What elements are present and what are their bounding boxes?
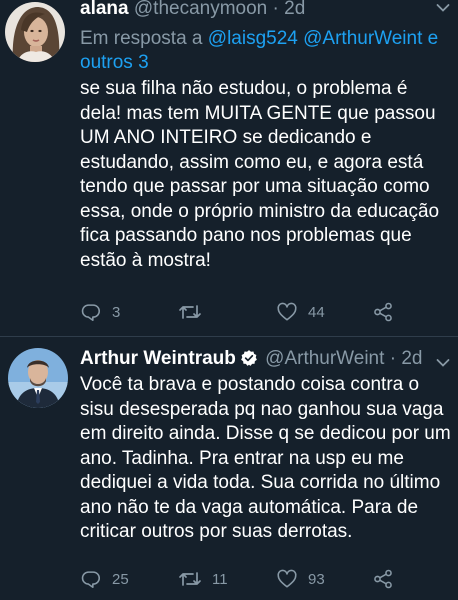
retweet-icon — [178, 568, 202, 590]
reply-button[interactable]: 25 — [80, 567, 129, 591]
tweet-header: alana @thecanymoon · 2d — [80, 0, 305, 20]
reply-count: 25 — [112, 570, 129, 588]
separator-dot: · — [272, 0, 279, 19]
retweet-count: 11 — [212, 570, 228, 588]
heart-icon — [276, 568, 298, 590]
like-count: 44 — [308, 303, 325, 321]
share-button[interactable] — [372, 300, 394, 324]
reply-icon — [80, 301, 102, 323]
separator-dot: · — [389, 348, 397, 369]
timestamp[interactable]: 2d — [284, 0, 305, 19]
reply-icon — [80, 568, 102, 590]
retweet-icon — [178, 301, 202, 323]
display-name[interactable]: Arthur Weintraub — [80, 348, 236, 369]
like-count: 93 — [308, 570, 325, 588]
reply-context: Em resposta a @laisg524 @ArthurWeint e o… — [80, 27, 452, 75]
reply-count: 3 — [112, 303, 121, 321]
share-icon — [372, 301, 394, 323]
tweet-text: Você ta brava e postando coisa contra o … — [80, 374, 451, 542]
tweet-arthur-weintraub[interactable]: Arthur Weintraub @ArthurWeint · 2d Você … — [0, 337, 458, 600]
retweet-button[interactable]: 11 — [178, 567, 228, 591]
avatar[interactable] — [5, 2, 65, 62]
chevron-down-icon[interactable] — [436, 355, 450, 367]
tweet-alana[interactable]: alana @thecanymoon · 2d Em resposta a @l… — [0, 0, 458, 336]
username-handle[interactable]: @ArthurWeint — [265, 348, 384, 369]
verified-badge-icon — [240, 349, 258, 373]
like-button[interactable]: 44 — [276, 300, 325, 324]
tweet-text: se sua filha não estudou, o problema é d… — [80, 78, 440, 271]
heart-icon — [276, 301, 298, 323]
reply-prefix: Em resposta a — [80, 28, 208, 49]
retweet-button[interactable] — [178, 300, 212, 324]
reply-button[interactable]: 3 — [80, 300, 120, 324]
chevron-down-icon[interactable] — [436, 0, 450, 12]
like-button[interactable]: 93 — [276, 567, 325, 591]
share-icon — [372, 568, 394, 590]
tweet-header: Arthur Weintraub @ArthurWeint · 2d — [80, 348, 422, 373]
timestamp[interactable]: 2d — [401, 348, 422, 369]
tweet-actions: 25 11 93 — [80, 567, 440, 591]
display-name[interactable]: alana — [80, 0, 129, 19]
avatar[interactable] — [8, 348, 68, 408]
share-button[interactable] — [372, 567, 394, 591]
username-handle[interactable]: @thecanymoon — [134, 0, 267, 19]
tweet-actions: 3 44 — [80, 300, 440, 324]
